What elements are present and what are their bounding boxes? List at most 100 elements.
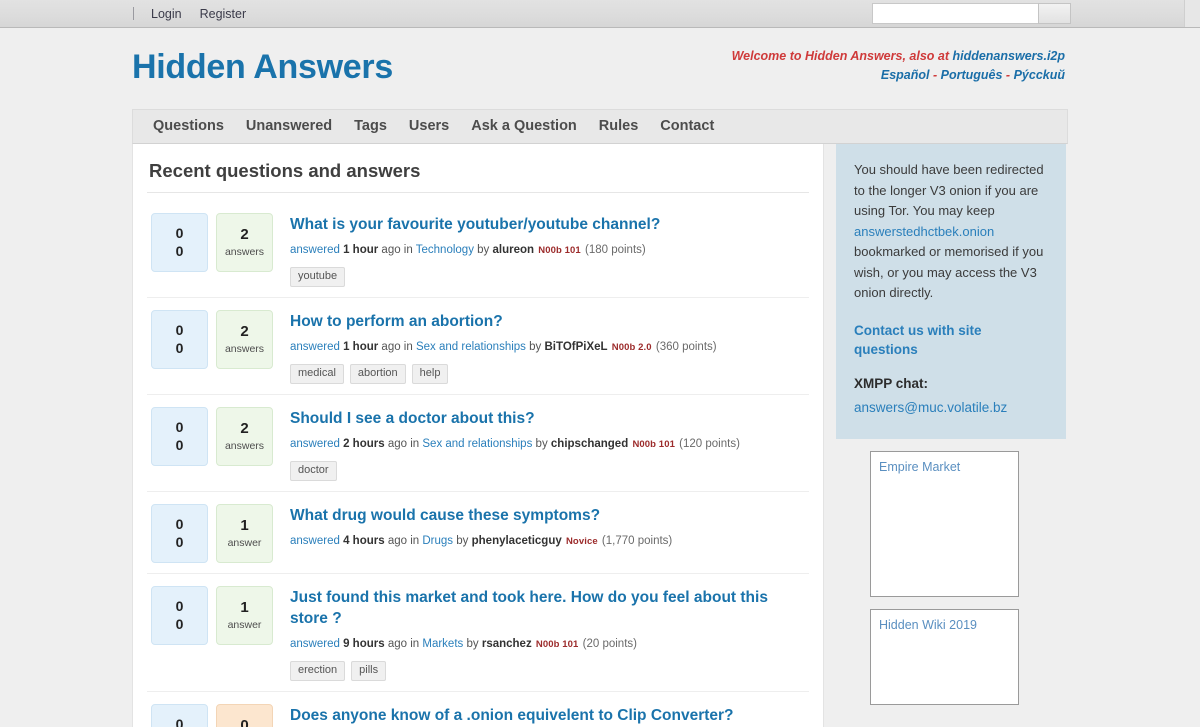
question-by-text: by [536,438,548,450]
question-by-text: by [466,638,478,650]
divider [133,7,134,20]
question-row: 000answersDoes anyone know of a .onion e… [147,692,809,727]
question-author-points: (180 points) [585,244,646,256]
question-row: 002answersWhat is your favourite youtube… [147,201,809,298]
question-category-link[interactable]: Sex and relationships [422,438,532,450]
nav-item-tags[interactable]: Tags [343,110,398,143]
question-ago-in-text: ago in [388,535,419,547]
onion-mirror-link[interactable]: answerstedhctbek.onion [854,224,994,239]
site-logo-title[interactable]: Hidden Answers [132,48,393,87]
sidebar: You should have been redirected to the l… [836,144,1066,705]
answer-count-box: 2answers [216,310,273,369]
tag-chip[interactable]: abortion [350,364,406,384]
question-category-link[interactable]: Drugs [422,535,453,547]
vote-count-box: 00 [151,310,208,369]
question-action-link[interactable]: answered [290,638,340,650]
votes-down-count: 0 [176,616,184,634]
nav-item-users[interactable]: Users [398,110,460,143]
answer-count-label: answers [225,343,264,356]
i2p-mirror-link[interactable]: hiddenanswers.i2p [952,49,1065,63]
question-tags: youtube [290,267,809,287]
answer-count: 2 [240,226,248,245]
ad-banner-empire-market[interactable]: Empire Market [870,451,1019,597]
vote-count-box: 00 [151,504,208,563]
search-button[interactable] [1038,3,1071,24]
votes-down-count: 0 [176,340,184,358]
votes-down-count: 0 [176,534,184,552]
question-author: chipschanged [551,438,628,450]
vote-count-box: 00 [151,704,208,727]
ad-link-empire-market[interactable]: Empire Market [879,460,960,474]
page-container: Hidden Answers Welcome to Hidden Answers… [132,28,1068,727]
question-author-badge: N00b 101 [632,439,675,450]
question-author: phenylaceticguy [472,535,562,547]
nav-item-rules[interactable]: Rules [588,110,650,143]
question-body: Does anyone know of a .onion equivelent … [273,704,809,727]
ad-link-hidden-wiki[interactable]: Hidden Wiki 2019 [879,618,977,632]
tag-chip[interactable]: pills [351,661,386,681]
answer-count: 2 [240,420,248,439]
question-timestamp: 1 hour [343,244,378,256]
question-author-points: (120 points) [679,438,740,450]
question-author-points: (360 points) [656,341,717,353]
login-link[interactable]: Login [142,7,191,21]
tag-chip[interactable]: doctor [290,461,337,481]
question-action-link[interactable]: answered [290,341,340,353]
question-title-link[interactable]: How to perform an abortion? [290,311,809,332]
language-link-ru[interactable]: Pýcckuй [1014,68,1065,82]
question-author: alureon [493,244,535,256]
answer-count: 0 [240,717,248,727]
nav-item-contact[interactable]: Contact [649,110,725,143]
welcome-text: Welcome to Hidden Answers, also at [732,49,953,63]
question-category-link[interactable]: Sex and relationships [416,341,526,353]
language-link-pt[interactable]: Português [941,68,1003,82]
votes-up-count: 0 [176,419,184,437]
nav-item-questions[interactable]: Questions [142,110,235,143]
heading-divider [147,192,809,193]
question-action-link[interactable]: answered [290,244,340,256]
question-author-badge: Novice [566,536,598,547]
language-link-es[interactable]: Español [881,68,930,82]
votes-down-count: 0 [176,243,184,261]
question-action-link[interactable]: answered [290,438,340,450]
question-title-link[interactable]: Just found this market and took here. Ho… [290,587,809,629]
question-ago-in-text: ago in [381,341,412,353]
question-title-link[interactable]: Does anyone know of a .onion equivelent … [290,705,809,726]
question-category-link[interactable]: Markets [422,638,463,650]
question-row: 001answer Just found this market and took… [147,574,809,692]
question-action-link[interactable]: answered [290,535,340,547]
header-right-block: Welcome to Hidden Answers, also at hidde… [732,47,1065,85]
question-title-link[interactable]: What drug would cause these symptoms? [290,505,809,526]
nav-item-ask-a-question[interactable]: Ask a Question [460,110,588,143]
question-meta: answered 1 hour ago in Technology by alu… [290,243,809,258]
contact-site-questions-link[interactable]: Contact us with site questions [854,321,1048,359]
question-body: What drug would cause these symptoms? ans… [273,504,809,563]
tag-chip[interactable]: help [412,364,449,384]
question-category-link[interactable]: Technology [416,244,474,256]
tag-chip[interactable]: youtube [290,267,345,287]
question-body: How to perform an abortion? answered 1 ho… [273,310,809,384]
search-input[interactable] [872,3,1038,24]
xmpp-address-link[interactable]: answers@muc.volatile.bz [854,400,1007,415]
answer-count: 1 [240,517,248,536]
welcome-message: Welcome to Hidden Answers, also at hidde… [732,47,1065,66]
xmpp-row: answers@muc.volatile.bz [854,398,1048,419]
tag-chip[interactable]: erection [290,661,345,681]
question-timestamp: 1 hour [343,341,378,353]
answer-count-label: answers [225,246,264,259]
language-separator-2: - [1006,68,1010,82]
browser-top-bar: Login Register [0,0,1200,28]
question-tags: medical abortion help [290,364,809,384]
question-counts: 001answer [147,586,273,681]
tag-chip[interactable]: medical [290,364,344,384]
question-body: What is your favourite youtuber/youtube … [273,213,809,287]
ad-banner-hidden-wiki[interactable]: Hidden Wiki 2019 [870,609,1019,705]
question-meta: answered 2 hours ago in Sex and relation… [290,437,809,452]
nav-item-unanswered[interactable]: Unanswered [235,110,343,143]
register-link[interactable]: Register [191,7,256,21]
page-title: Recent questions and answers [149,160,809,182]
question-title-link[interactable]: Should I see a doctor about this? [290,408,809,429]
question-title-link[interactable]: What is your favourite youtuber/youtube … [290,214,809,235]
answer-count-label: answer [228,619,262,632]
answer-count-box: 2answers [216,407,273,466]
